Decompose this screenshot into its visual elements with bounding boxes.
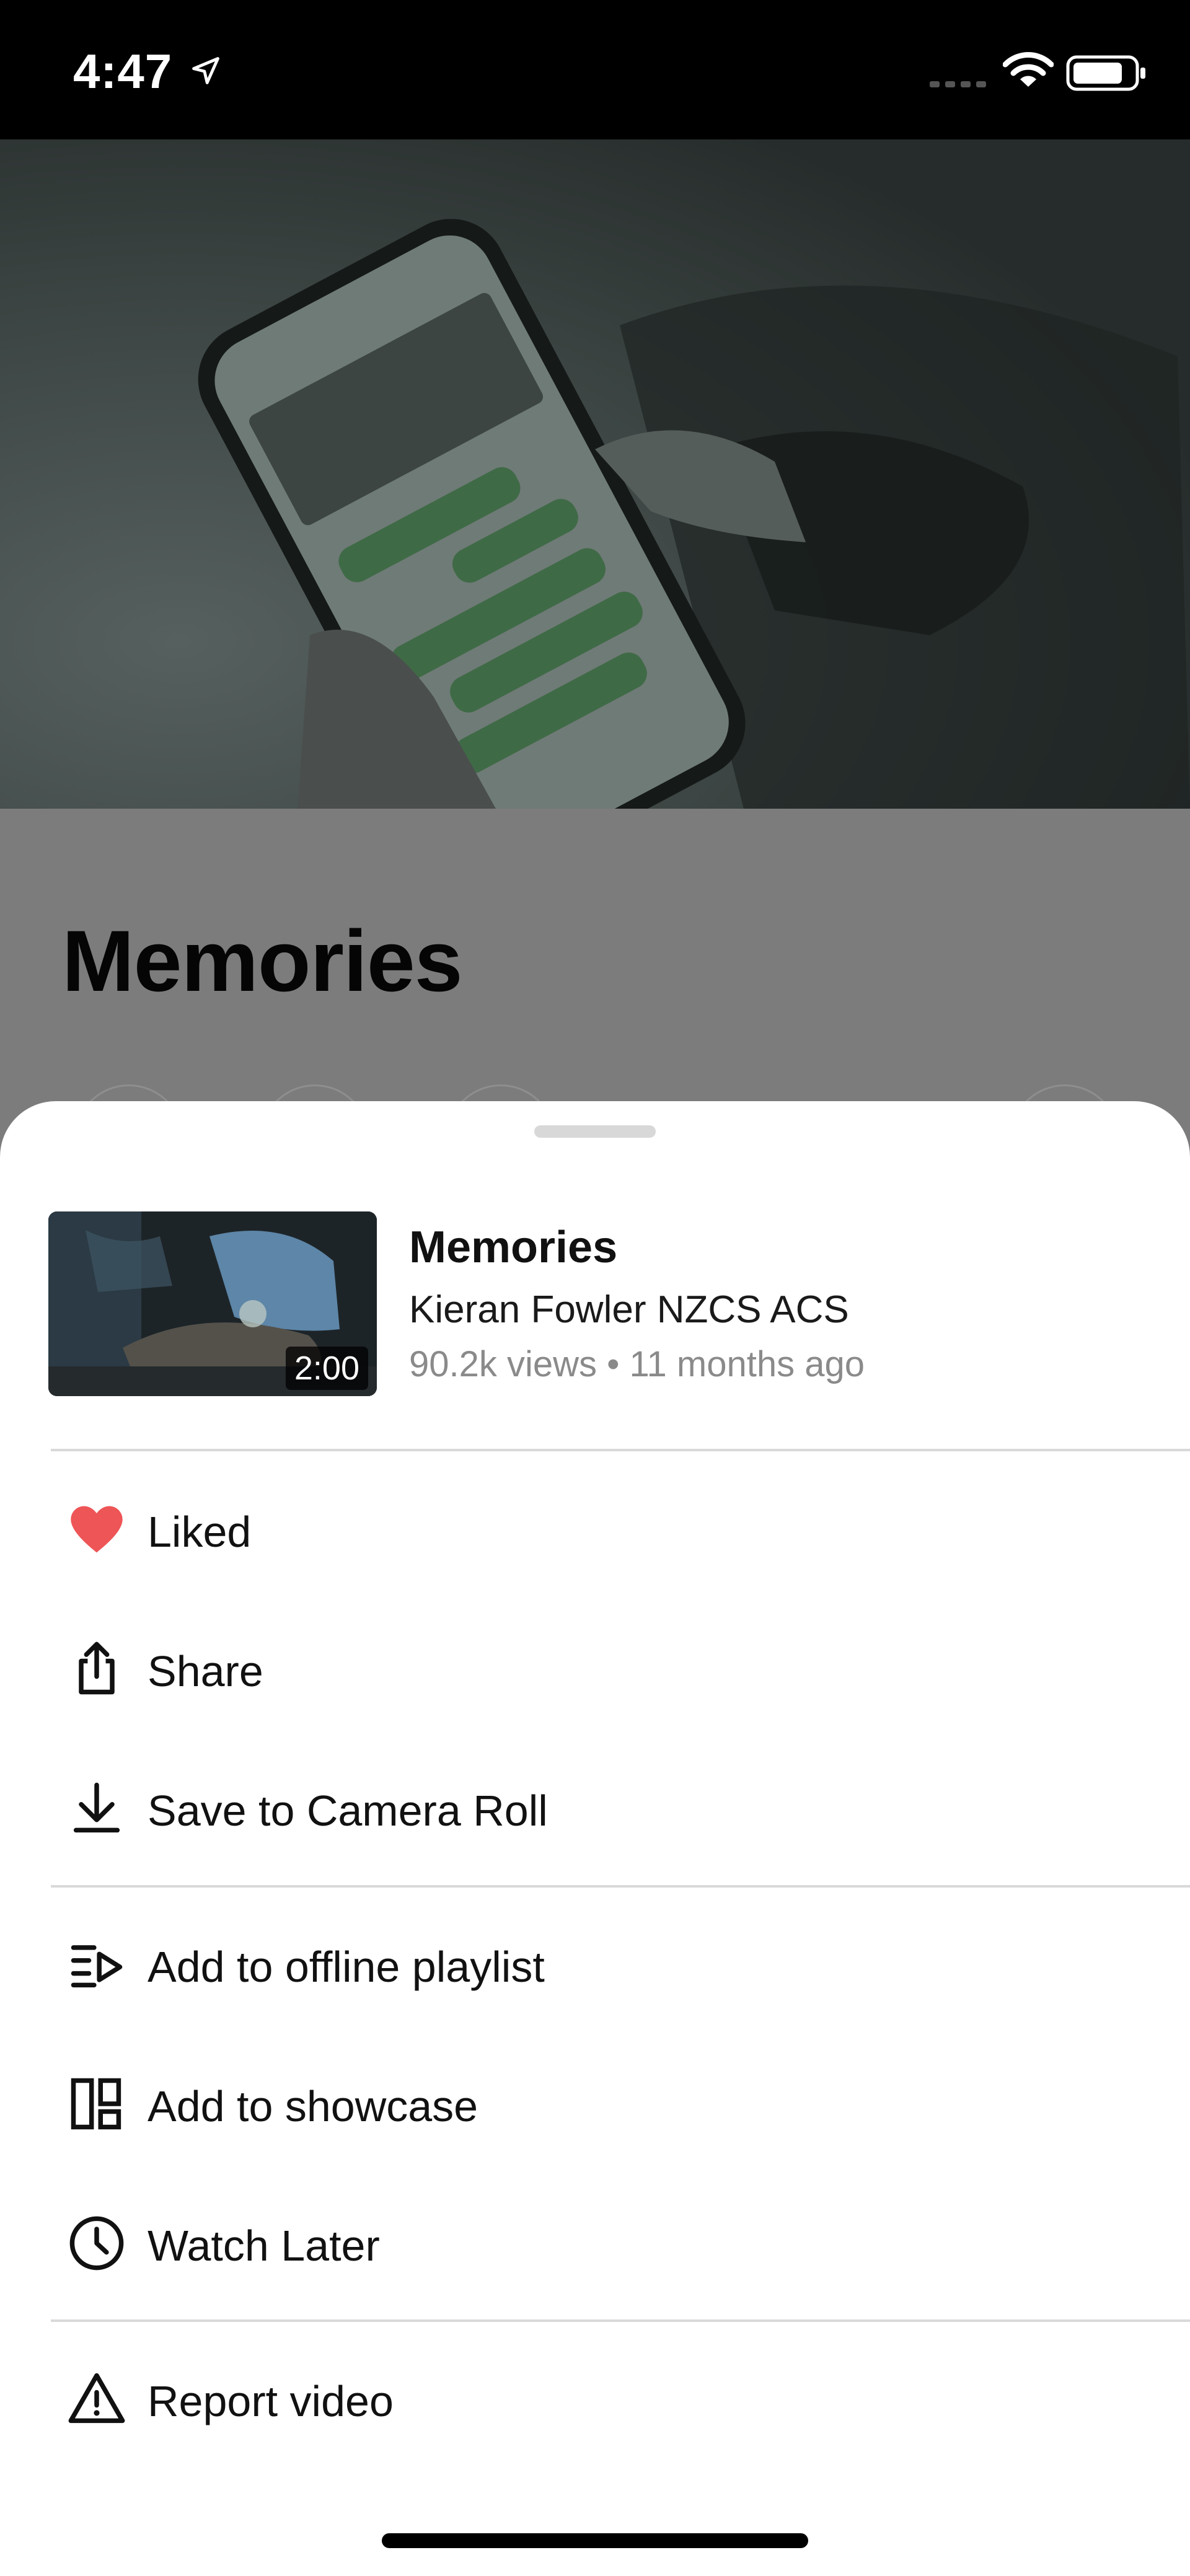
wifi-icon [1003,52,1054,87]
playlist-play-icon [71,1945,123,1988]
home-indicator[interactable] [382,2533,808,2548]
divider [51,1885,1190,1888]
menu-item-share[interactable]: Share [0,1613,1190,1725]
divider [51,1449,1190,1451]
cellular-signal-icon [930,81,986,87]
menu-item-label: Report video [148,2377,394,2425]
menu-item-liked[interactable]: Liked [0,1474,1190,1585]
location-arrow-icon [192,57,219,84]
share-icon [79,1642,115,1695]
menu-item-label: Add to showcase [148,2082,478,2130]
video-hero-image [0,139,1190,809]
heart-icon [71,1506,123,1553]
download-icon [73,1782,120,1833]
clock-icon [69,2216,124,2270]
video-thumbnail[interactable]: 2:00 [48,1211,377,1396]
divider [51,2319,1190,2322]
menu-item-add-to-showcase[interactable]: Add to showcase [0,2048,1190,2160]
sheet-grabber-handle[interactable] [534,1125,656,1138]
video-duration-badge: 2:00 [285,1347,368,1390]
menu-item-label: Add to offline playlist [148,1943,545,1991]
page-title: Memories [62,912,463,1009]
menu-item-watch-later[interactable]: Watch Later [0,2187,1190,2299]
menu-item-report-video[interactable]: Report video [0,2343,1190,2455]
battery-icon [1066,55,1145,91]
video-title: Memories [409,1223,618,1272]
status-bar: 4:47 [0,0,1190,139]
menu-item-save-to-camera-roll[interactable]: Save to Camera Roll [0,1752,1190,1864]
menu-item-label: Share [148,1647,263,1695]
menu-item-label: Save to Camera Roll [148,1787,548,1835]
menu-item-label: Watch Later [148,2222,380,2270]
warning-triangle-icon [68,2373,125,2424]
video-meta: 90.2k views • 11 months ago [409,1344,865,1384]
menu-item-add-to-offline-playlist[interactable]: Add to offline playlist [0,1909,1190,2020]
video-author[interactable]: Kieran Fowler NZCS ACS [409,1288,849,1332]
showcase-layout-icon [71,2078,121,2130]
status-time: 4:47 [73,44,173,99]
menu-item-label: Liked [148,1508,252,1556]
